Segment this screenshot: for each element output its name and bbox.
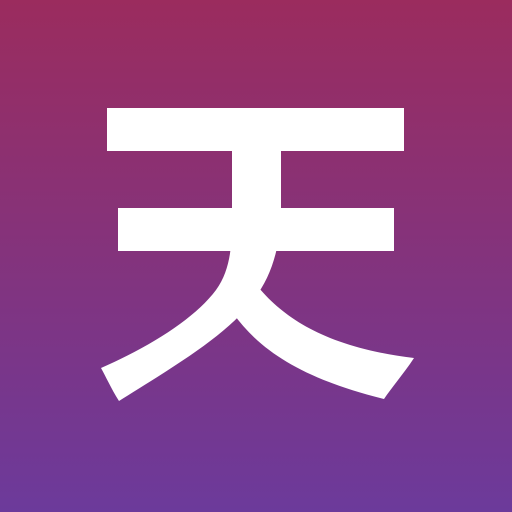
app-icon-tile: 天 (0, 0, 512, 512)
tian-glyph-icon (101, 108, 414, 401)
